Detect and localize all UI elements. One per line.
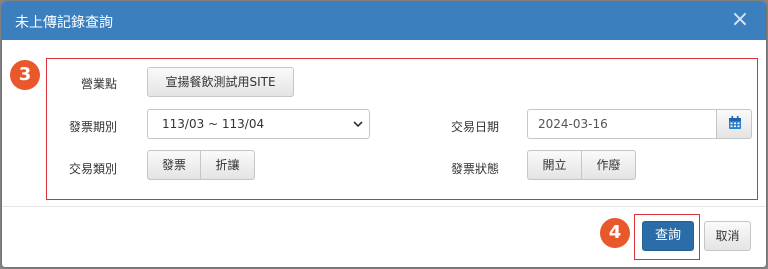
- status-issued-button[interactable]: 開立: [527, 150, 582, 180]
- close-icon[interactable]: ×: [728, 8, 752, 32]
- date-input[interactable]: 2024-03-16: [527, 109, 716, 139]
- store-button[interactable]: 宣揚餐飲測試用SITE: [147, 67, 294, 97]
- query-button[interactable]: 查詢: [642, 221, 694, 251]
- query-dialog: 未上傳記錄查詢 × 3 營業點 宣揚餐飲測試用SITE 發票期別 113/03 …: [2, 2, 766, 267]
- step-marker-4: 4: [600, 218, 630, 248]
- date-label: 交易日期: [450, 120, 499, 134]
- period-select[interactable]: 113/03 ~ 113/04: [147, 109, 370, 139]
- dialog-titlebar: 未上傳記錄查詢 ×: [2, 2, 766, 40]
- period-value: 113/03 ~ 113/04: [162, 117, 265, 131]
- calendar-button[interactable]: [716, 109, 752, 139]
- cancel-button[interactable]: 取消: [704, 221, 751, 251]
- footer-divider: [2, 206, 766, 207]
- type-label: 交易類別: [68, 162, 117, 176]
- calendar-icon: [729, 116, 741, 129]
- status-void-button[interactable]: 作廢: [582, 150, 636, 180]
- store-label: 營業點: [80, 77, 117, 91]
- status-label: 發票狀態: [450, 162, 499, 176]
- step-marker-3: 3: [10, 60, 40, 90]
- chevron-down-icon: [353, 110, 363, 150]
- type-invoice-button[interactable]: 發票: [147, 150, 201, 180]
- type-allowance-button[interactable]: 折讓: [201, 150, 255, 180]
- dialog-title: 未上傳記錄查詢: [15, 15, 113, 31]
- period-label: 發票期別: [68, 120, 117, 134]
